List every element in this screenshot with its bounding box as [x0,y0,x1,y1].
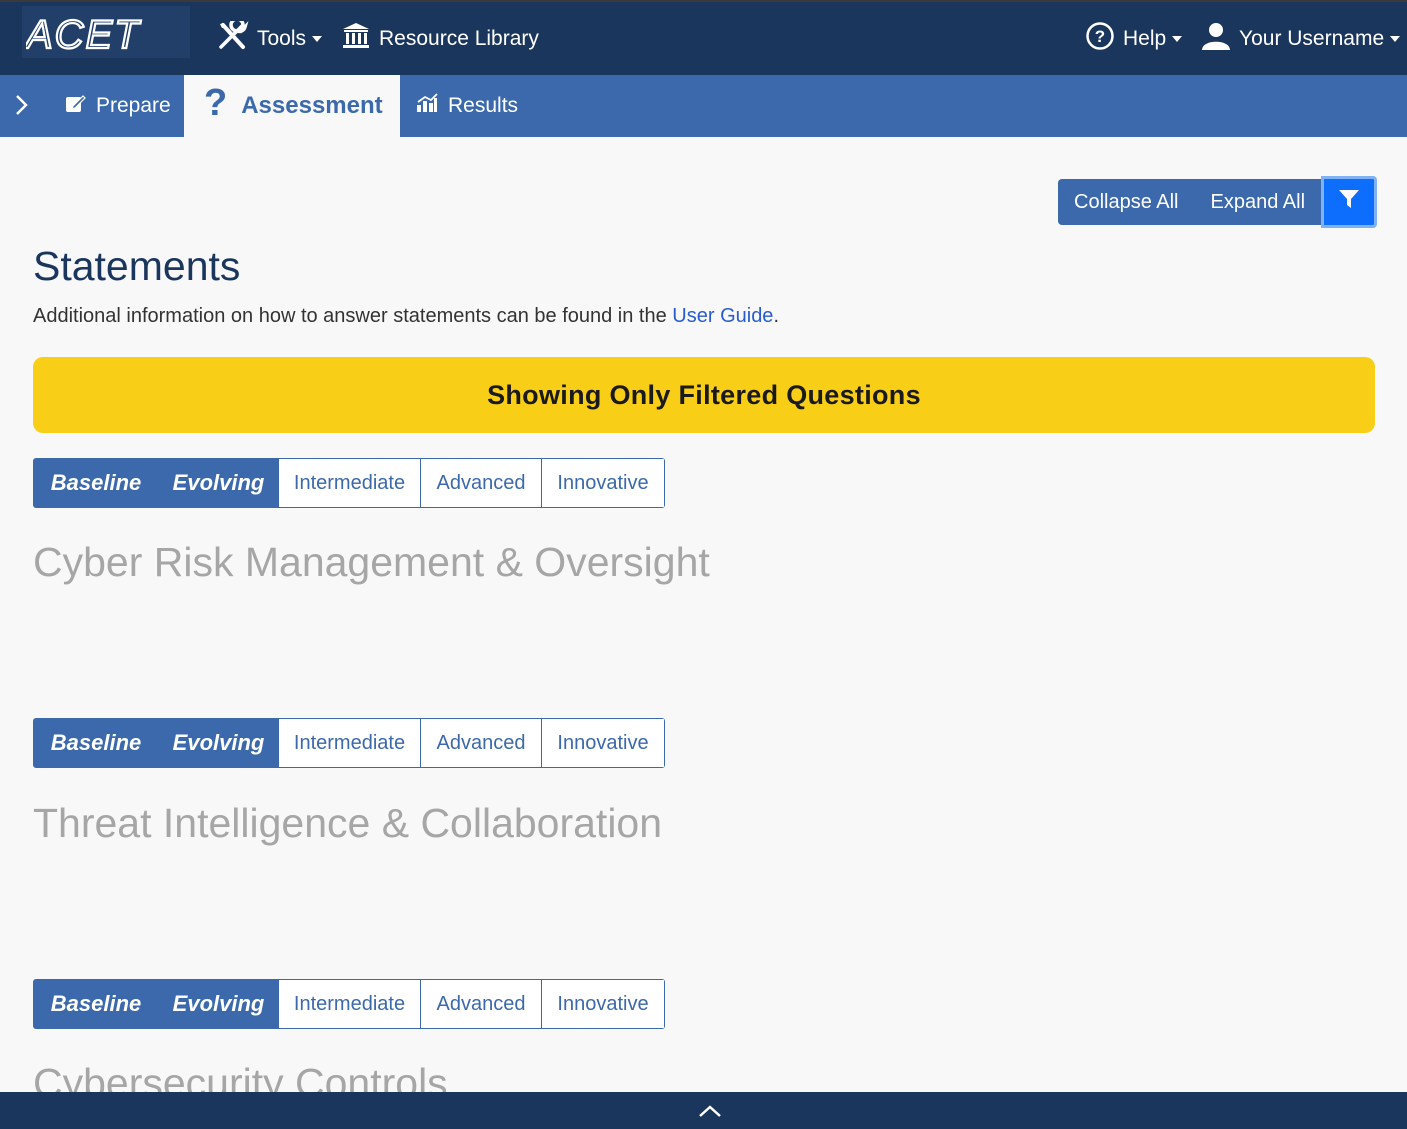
chevron-right-icon[interactable] [12,93,32,117]
user-guide-link[interactable]: User Guide [672,305,773,327]
resource-library-label: Resource Library [379,27,539,50]
domain-title: Threat Intelligence & Collaboration [33,800,663,846]
domain-title: Cyber Risk Management & Oversight [33,539,710,585]
intro-text: Additional information on how to answer … [33,305,673,327]
intro-suffix: . [773,305,779,327]
tools-menu[interactable]: Tools [217,17,323,57]
maturity-baseline-button[interactable]: Baseline [34,459,158,507]
maturity-filter-group: Baseline Evolving Intermediate Advanced … [33,979,665,1029]
assessment-navbar: Prepare ? Assessment Results [0,75,1407,137]
page-title: Statements [33,243,241,289]
help-menu[interactable]: ? Help [1085,21,1183,57]
expand-collapse-toolbar: Collapse All Expand All [1058,176,1378,228]
user-menu[interactable]: Your Username [1201,21,1401,57]
tab-assessment[interactable]: ? Assessment [184,75,400,137]
acet-logo[interactable]: ACET [22,6,190,58]
maturity-advanced-button[interactable]: Advanced [421,980,542,1028]
footer-bar [0,1092,1407,1129]
page-intro: Additional information on how to answer … [33,305,779,328]
username-label: Your Username [1239,27,1385,50]
tools-icon [217,17,249,57]
maturity-innovative-button[interactable]: Innovative [542,719,664,767]
svg-text:ACET: ACET [26,18,141,50]
chevron-down-icon [1390,36,1401,42]
expand-all-button[interactable]: Expand All [1194,179,1322,225]
question-mark-icon: ? [204,81,228,124]
svg-text:?: ? [1095,27,1105,46]
maturity-evolving-button[interactable]: Evolving [158,980,279,1028]
maturity-intermediate-button[interactable]: Intermediate [279,980,421,1028]
tab-results[interactable]: Results [416,75,526,137]
user-icon [1201,21,1231,57]
chevron-up-icon[interactable] [698,1104,722,1123]
tab-results-label: Results [448,94,519,117]
maturity-evolving-button[interactable]: Evolving [158,459,279,507]
maturity-intermediate-button[interactable]: Intermediate [279,459,421,507]
tools-label: Tools [257,27,307,50]
chevron-down-icon [312,36,323,42]
resource-library-link[interactable]: Resource Library [341,22,539,56]
filter-button[interactable] [1321,176,1378,228]
filter-status-banner: Showing Only Filtered Questions [33,357,1375,433]
help-circle-icon: ? [1085,21,1115,57]
tab-prepare-label: Prepare [96,94,171,117]
chevron-down-icon [1172,36,1183,42]
collapse-all-button[interactable]: Collapse All [1058,179,1195,225]
maturity-intermediate-button[interactable]: Intermediate [279,719,421,767]
tab-prepare[interactable]: Prepare [65,75,184,137]
chart-icon [416,93,438,119]
tab-assessment-label: Assessment [241,92,383,119]
maturity-baseline-button[interactable]: Baseline [34,719,158,767]
maturity-baseline-button[interactable]: Baseline [34,980,158,1028]
maturity-advanced-button[interactable]: Advanced [421,459,542,507]
library-icon [341,22,371,56]
top-navbar: ACET Tools Resource Library ? Help Your … [0,0,1407,75]
help-label: Help [1123,27,1167,50]
maturity-filter-group: Baseline Evolving Intermediate Advanced … [33,718,665,768]
maturity-advanced-button[interactable]: Advanced [421,719,542,767]
filter-icon [1338,188,1360,216]
maturity-innovative-button[interactable]: Innovative [542,980,664,1028]
edit-icon [65,93,86,120]
maturity-filter-group: Baseline Evolving Intermediate Advanced … [33,458,665,508]
acet-logo-mark: ACET [26,18,141,50]
maturity-evolving-button[interactable]: Evolving [158,719,279,767]
maturity-innovative-button[interactable]: Innovative [542,459,664,507]
